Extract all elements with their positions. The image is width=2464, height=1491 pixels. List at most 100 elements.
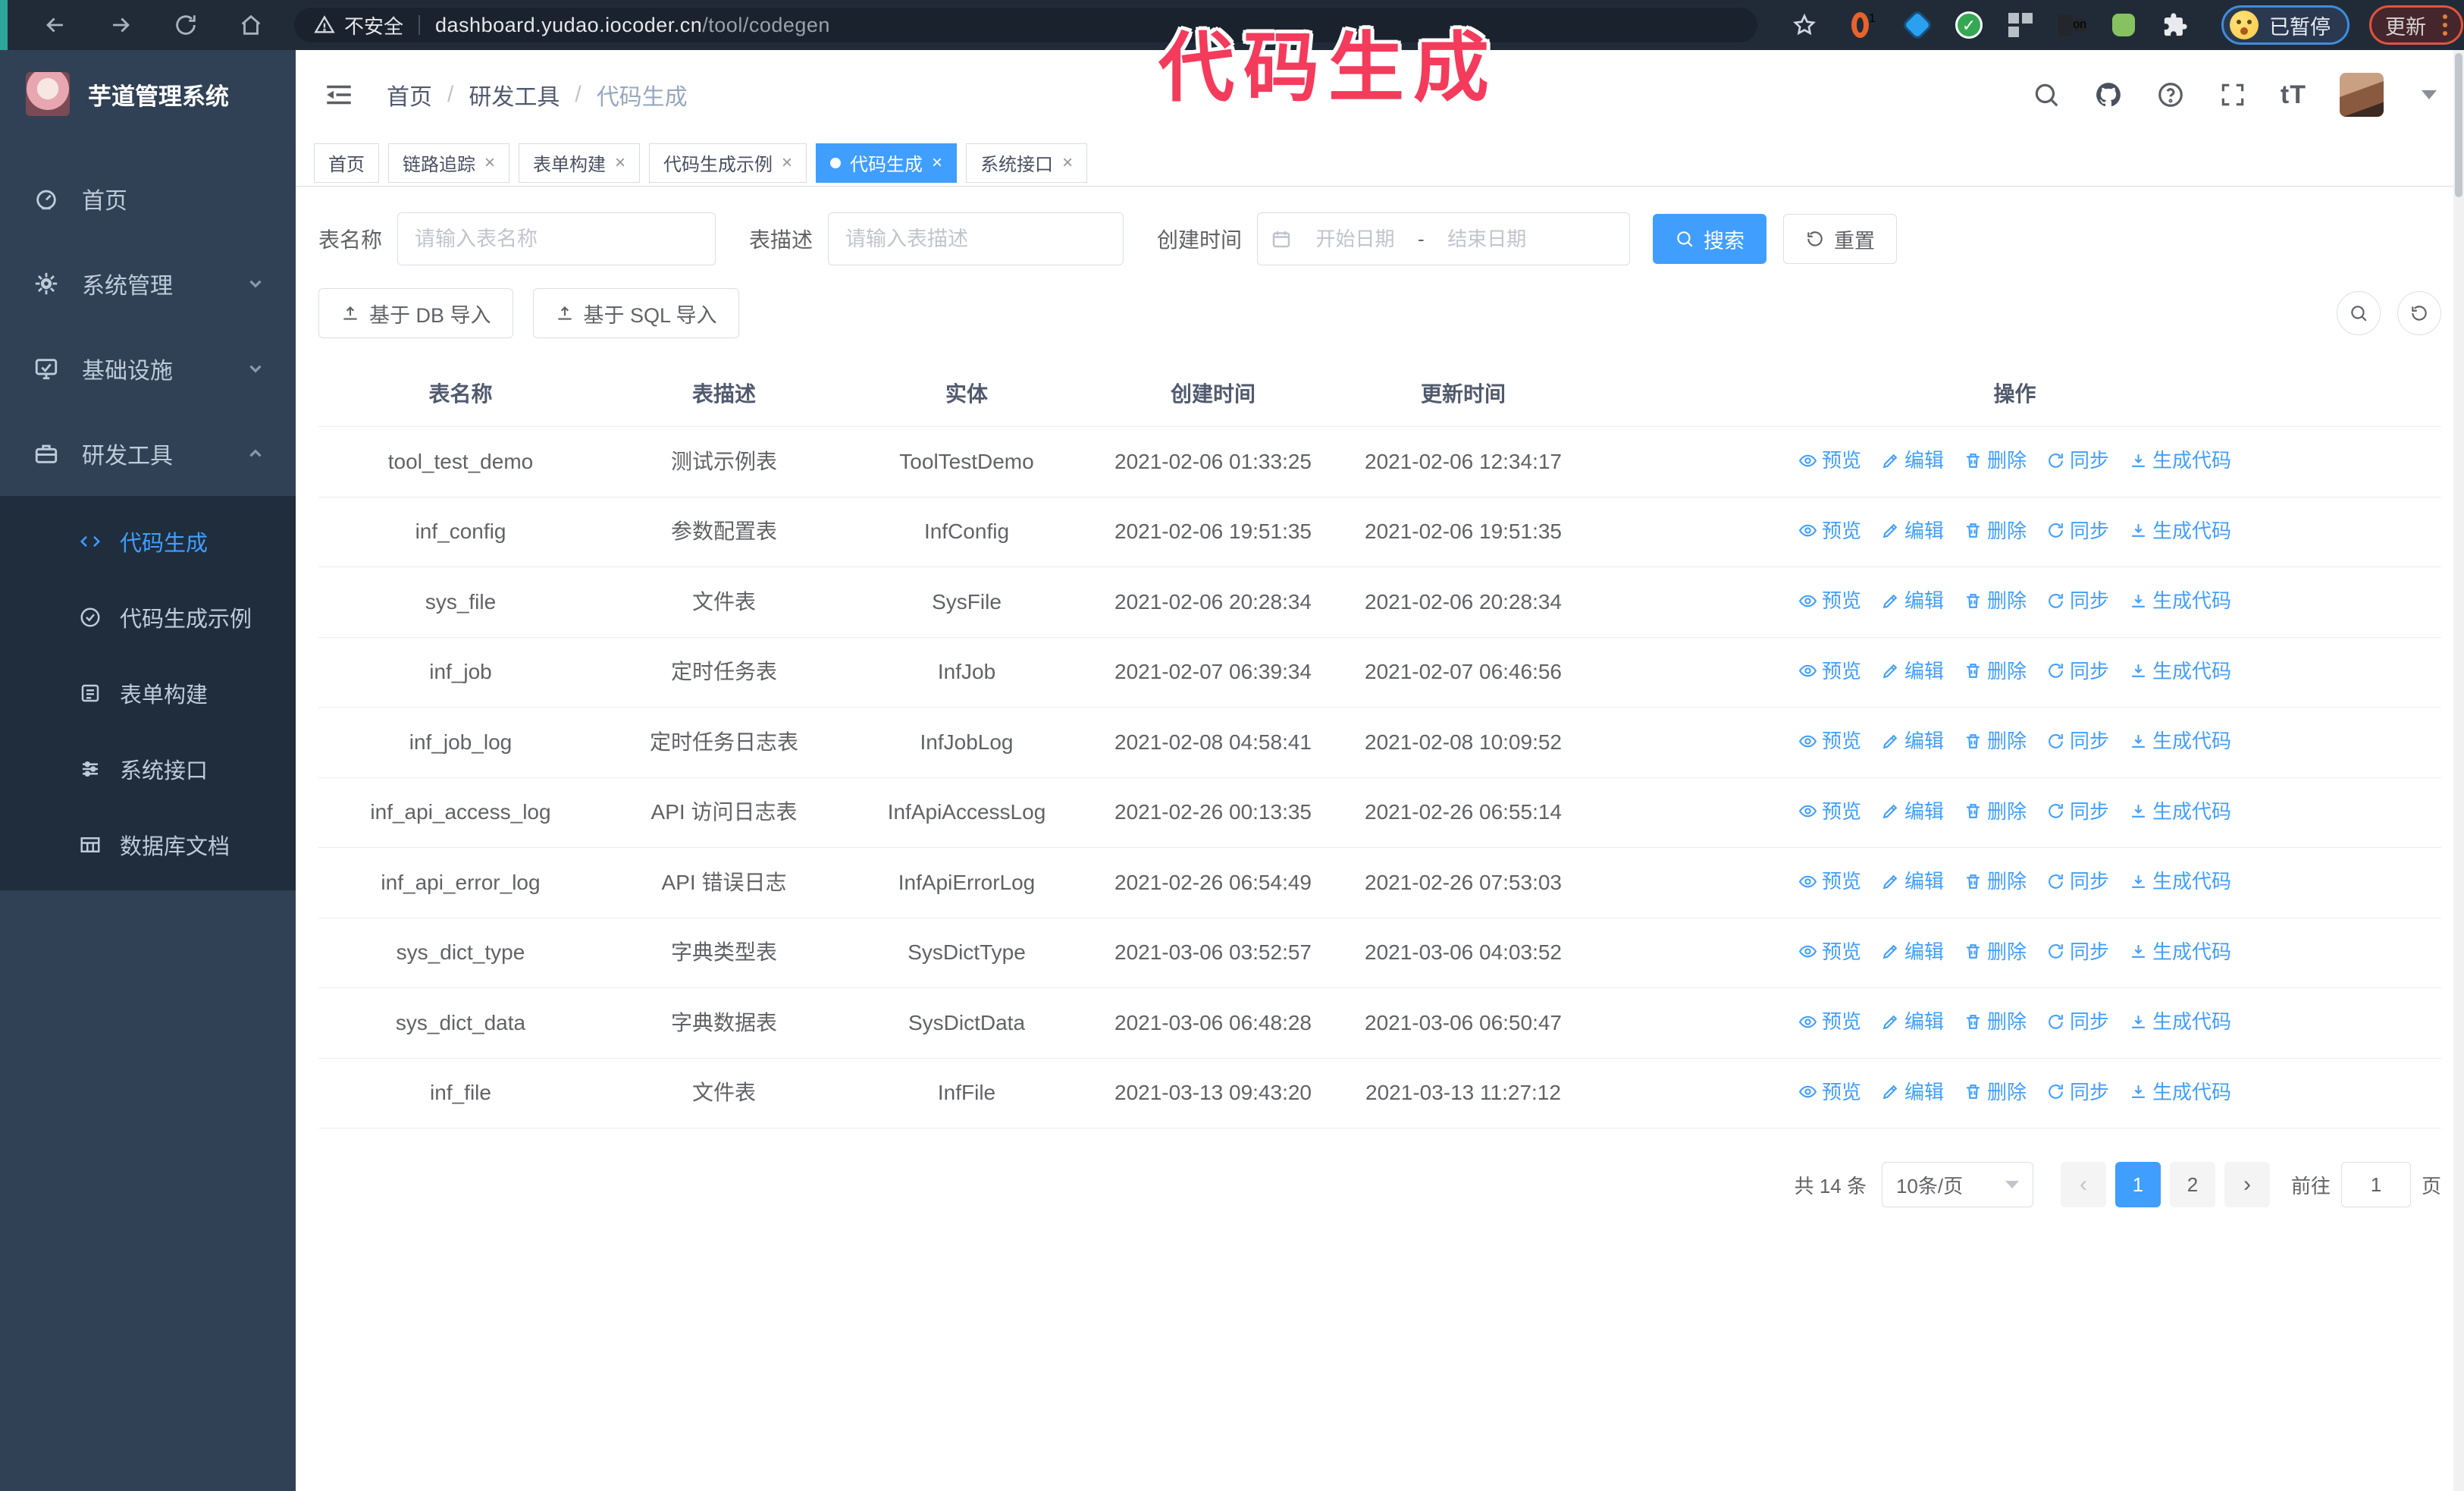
action-edit[interactable]: 编辑	[1881, 726, 1944, 756]
action-delete[interactable]: 删除	[1964, 937, 2027, 967]
tab-codegen-example[interactable]: 代码生成示例 ×	[649, 143, 807, 183]
action-generate[interactable]: 生成代码	[2129, 866, 2231, 896]
action-edit[interactable]: 编辑	[1881, 656, 1944, 686]
action-preview[interactable]: 预览	[1798, 866, 1861, 896]
action-sync[interactable]: 同步	[2046, 656, 2109, 686]
security-label[interactable]: 不安全	[344, 11, 403, 39]
page-size-select[interactable]: 10条/页	[1881, 1162, 2033, 1207]
action-delete[interactable]: 删除	[1964, 516, 2027, 546]
action-generate[interactable]: 生成代码	[2129, 726, 2231, 756]
extension-gem-icon[interactable]	[1903, 11, 1932, 39]
action-sync[interactable]: 同步	[2046, 866, 2109, 896]
sidebar-item-dev-tools[interactable]: 研发工具	[0, 411, 296, 496]
action-preview[interactable]: 预览	[1798, 516, 1861, 546]
action-edit[interactable]: 编辑	[1881, 1006, 1944, 1037]
page-scrollbar[interactable]	[2453, 50, 2464, 1491]
action-delete[interactable]: 删除	[1964, 1077, 2027, 1107]
action-edit[interactable]: 编辑	[1881, 1077, 1944, 1107]
sidebar-item-database-docs[interactable]: 数据库文档	[0, 807, 296, 883]
goto-page-input[interactable]	[2340, 1162, 2411, 1207]
sidebar-item-code-generation[interactable]: 代码生成	[0, 504, 296, 579]
browser-update-button[interactable]: 更新	[2369, 5, 2463, 45]
action-sync[interactable]: 同步	[2046, 585, 2109, 616]
action-sync[interactable]: 同步	[2046, 726, 2109, 756]
action-generate[interactable]: 生成代码	[2129, 656, 2231, 686]
sidebar-item-form-builder[interactable]: 表单构建	[0, 655, 296, 731]
action-delete[interactable]: 删除	[1964, 656, 2027, 686]
browser-forward-button[interactable]	[88, 0, 153, 50]
action-sync[interactable]: 同步	[2046, 1077, 2109, 1107]
extension-grid-icon[interactable]	[2006, 11, 2035, 39]
browser-back-button[interactable]	[23, 0, 88, 50]
sidebar-item-infrastructure[interactable]: 基础设施	[0, 326, 296, 411]
action-sync[interactable]: 同步	[2046, 937, 2109, 967]
prev-page-button[interactable]: ‹	[2060, 1162, 2106, 1207]
action-delete[interactable]: 删除	[1964, 796, 2027, 827]
action-edit[interactable]: 编辑	[1881, 866, 1944, 896]
font-size-icon[interactable]: tT	[2281, 80, 2306, 110]
scrollbar-thumb[interactable]	[2455, 53, 2462, 197]
action-preview[interactable]: 预览	[1798, 656, 1861, 686]
extension-android-icon[interactable]	[2109, 11, 2138, 39]
tab-trace[interactable]: 链路追踪 ×	[388, 143, 510, 183]
reset-button[interactable]: 重置	[1783, 214, 1898, 264]
page-button-2[interactable]: 2	[2169, 1162, 2215, 1207]
refresh-table-button[interactable]	[2397, 291, 2441, 335]
search-icon[interactable]	[2032, 80, 2061, 109]
action-preview[interactable]: 预览	[1798, 585, 1861, 616]
user-avatar[interactable]	[2340, 73, 2384, 117]
action-edit[interactable]: 编辑	[1881, 445, 1944, 476]
extension-orange-icon[interactable]: 1	[1851, 11, 1880, 39]
close-icon[interactable]: ×	[1062, 153, 1073, 172]
tab-home[interactable]: 首页	[314, 143, 379, 183]
help-icon[interactable]	[2156, 80, 2185, 109]
action-generate[interactable]: 生成代码	[2129, 796, 2231, 827]
browser-home-button[interactable]	[218, 0, 284, 50]
bookmark-star-icon[interactable]	[1792, 13, 1817, 37]
action-preview[interactable]: 预览	[1798, 937, 1861, 967]
close-icon[interactable]: ×	[484, 153, 495, 172]
action-sync[interactable]: 同步	[2046, 445, 2109, 476]
action-generate[interactable]: 生成代码	[2129, 937, 2231, 967]
date-range-picker[interactable]: -	[1257, 212, 1631, 265]
sidebar-item-system-api[interactable]: 系统接口	[0, 731, 296, 807]
address-bar[interactable]: 不安全 dashboard.yudao.iocoder.cn/tool/code…	[294, 8, 1757, 42]
browser-reload-button[interactable]	[153, 0, 218, 50]
action-delete[interactable]: 删除	[1964, 445, 2027, 476]
fullscreen-icon[interactable]	[2218, 80, 2247, 109]
action-edit[interactable]: 编辑	[1881, 516, 1944, 546]
sidebar-item-system-management[interactable]: 系统管理	[0, 241, 296, 326]
action-preview[interactable]: 预览	[1798, 726, 1861, 756]
action-sync[interactable]: 同步	[2046, 1006, 2109, 1037]
action-delete[interactable]: 删除	[1964, 1006, 2027, 1037]
import-sql-button[interactable]: 基于 SQL 导入	[532, 288, 739, 338]
date-start-input[interactable]	[1293, 227, 1419, 251]
table-name-input[interactable]	[397, 212, 716, 265]
date-end-input[interactable]	[1424, 227, 1550, 251]
import-db-button[interactable]: 基于 DB 导入	[318, 288, 513, 338]
toggle-search-button[interactable]	[2337, 291, 2381, 335]
action-generate[interactable]: 生成代码	[2129, 585, 2231, 616]
breadcrumb-home[interactable]: 首页	[387, 78, 432, 111]
table-desc-input[interactable]	[828, 212, 1124, 265]
action-edit[interactable]: 编辑	[1881, 796, 1944, 827]
action-edit[interactable]: 编辑	[1881, 937, 1944, 967]
next-page-button[interactable]: ›	[2224, 1162, 2270, 1207]
search-button[interactable]: 搜索	[1653, 214, 1767, 264]
close-icon[interactable]: ×	[932, 153, 942, 172]
close-icon[interactable]: ×	[782, 153, 792, 172]
action-edit[interactable]: 编辑	[1881, 585, 1944, 616]
sidebar-item-home[interactable]: 首页	[0, 156, 296, 241]
app-logo-row[interactable]: 芋道管理系统	[0, 50, 296, 138]
action-delete[interactable]: 删除	[1964, 726, 2027, 756]
action-generate[interactable]: 生成代码	[2129, 1006, 2231, 1037]
tab-codegen[interactable]: 代码生成 ×	[816, 143, 958, 183]
action-delete[interactable]: 删除	[1964, 866, 2027, 896]
breadcrumb-dev-tools[interactable]: 研发工具	[469, 78, 560, 111]
extension-onetab-icon[interactable]: on	[2058, 11, 2086, 39]
sidebar-item-code-generation-example[interactable]: 代码生成示例	[0, 579, 296, 655]
action-generate[interactable]: 生成代码	[2129, 445, 2231, 476]
github-icon[interactable]	[2094, 80, 2123, 109]
action-preview[interactable]: 预览	[1798, 1077, 1861, 1107]
close-icon[interactable]: ×	[615, 153, 625, 172]
